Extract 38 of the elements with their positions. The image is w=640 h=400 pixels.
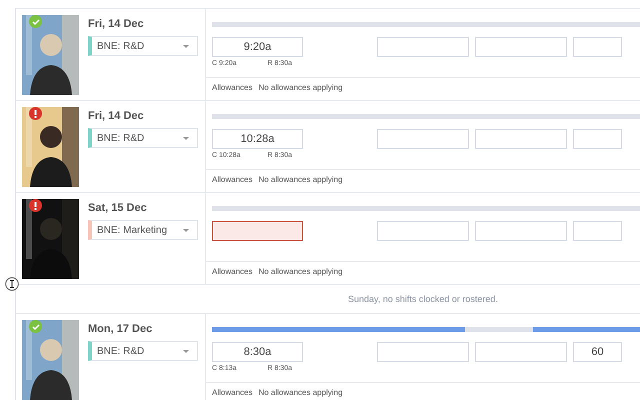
empty-day-message: Sunday, no shifts clocked or rostered. [348,294,498,304]
time-field[interactable] [377,129,469,149]
allowances-text: No allowances applying [258,175,343,184]
break-field[interactable]: 60 [573,342,622,362]
caret-icon [183,136,189,140]
break-field[interactable] [573,221,622,241]
shift-date: Mon, 17 Dec [88,323,154,335]
allowances-label: Allowances [212,267,252,276]
allowances-text: No allowances applying [258,83,343,92]
break-field[interactable] [573,129,622,149]
time-field[interactable] [475,129,567,149]
time-field[interactable] [475,37,567,57]
department-select[interactable]: BNE: R&D [88,128,198,148]
time-field[interactable] [377,37,469,57]
caret-icon [183,350,189,352]
shift-date: Sat, 15 Dec [88,202,148,214]
department-select[interactable]: BNE: R&D [88,341,198,361]
department-select[interactable]: BNE: Marketing [88,220,198,240]
allowances-label: Allowances [212,83,252,92]
start-time-field[interactable]: 9:20a [212,37,303,57]
allowances-text: No allowances applying [258,267,343,276]
time-field[interactable] [377,221,469,241]
shift-date: Fri, 14 Dec [88,18,145,30]
start-time-field[interactable] [212,221,303,241]
caret-icon [183,44,189,48]
cursor-icon [5,277,19,291]
time-field[interactable] [475,342,567,362]
allowances-label: Allowances [212,388,252,397]
time-field[interactable] [377,342,469,362]
break-field[interactable] [573,37,622,57]
department-select[interactable]: BNE: R&D [88,36,198,56]
time-field[interactable] [475,221,567,241]
allowances-label: Allowances [212,175,252,184]
start-time-field[interactable]: 10:28a [212,129,303,149]
shift-date: Fri, 14 Dec [88,110,145,122]
start-time-field[interactable]: 8:30a [212,342,303,362]
allowances-text: No allowances applying [258,388,343,397]
caret-icon [183,228,189,232]
